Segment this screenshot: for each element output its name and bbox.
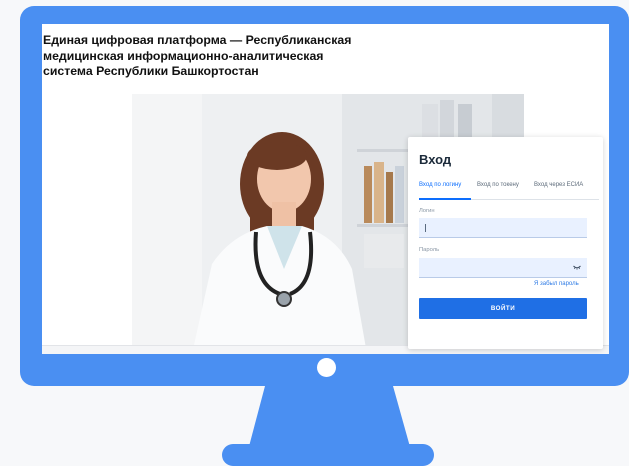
tab-login[interactable]: Вход по логину [419,182,461,188]
login-label: Логин [419,208,435,214]
tab-token[interactable]: Вход по токену [477,182,519,188]
monitor-camera-icon [317,358,336,377]
page-title-line-3: система Республики Башкортостан [43,64,259,79]
login-tabs: Вход по логину Вход по токену Вход через… [419,179,599,200]
login-field[interactable] [419,218,587,238]
screen: Единая цифровая платформа — Республиканс… [42,24,609,354]
login-card: Вход Вход по логину Вход по токену Вход … [408,137,603,349]
text-caret [425,224,426,232]
tab-esia[interactable]: Вход через ЕСИА [534,182,583,188]
login-title: Вход [419,152,452,167]
forgot-password-link[interactable]: Я забыл пароль [534,281,579,287]
active-tab-indicator [419,198,471,200]
login-button[interactable]: ВОЙТИ [419,298,587,319]
password-label: Пароль [419,247,440,253]
page-title: Единая цифровая платформа — Республиканс… [43,33,403,80]
page-title-line-1: Единая цифровая платформа — Республиканс… [43,33,352,47]
eye-icon[interactable] [573,265,581,270]
password-field[interactable] [419,258,587,278]
page-title-line-2: медицинская информационно-аналитическая [43,48,324,63]
